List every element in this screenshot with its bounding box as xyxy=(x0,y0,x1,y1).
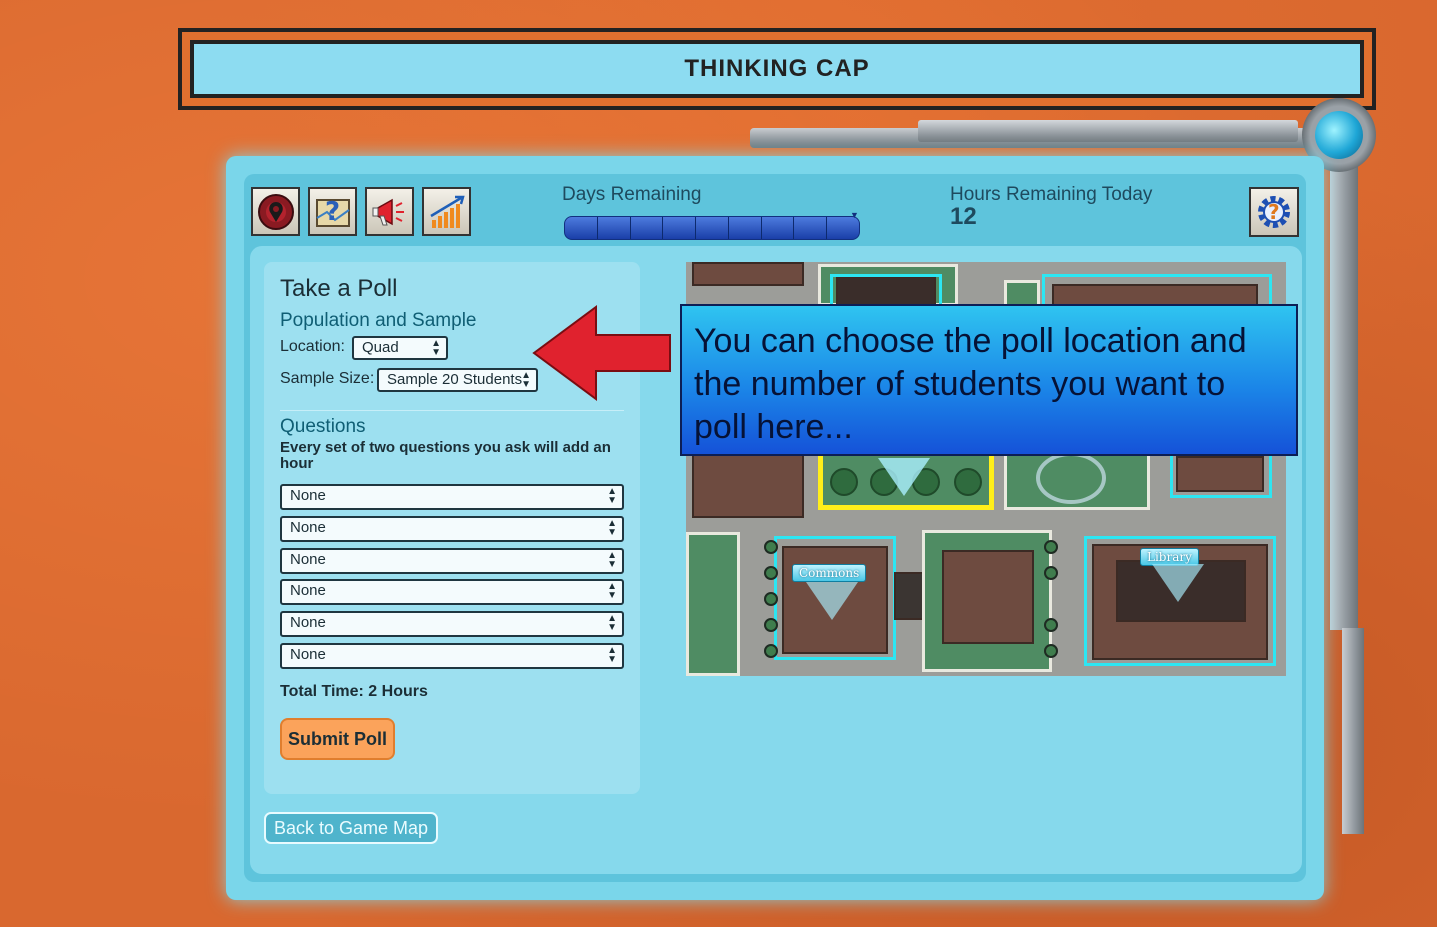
svg-text:?: ? xyxy=(325,197,340,227)
map-post xyxy=(1044,618,1058,632)
sample-size-label: Sample Size: xyxy=(280,370,375,387)
map-beam xyxy=(1152,564,1204,602)
map-beam xyxy=(878,458,930,496)
map-tree xyxy=(830,468,858,496)
question-select-6[interactable]: None ▲ ▼ xyxy=(280,643,624,669)
select-arrows-icon: ▲ ▼ xyxy=(521,370,531,390)
map-pin-button[interactable] xyxy=(251,187,300,236)
map-post xyxy=(764,618,778,632)
question-select-value: None xyxy=(290,582,326,599)
sample-size-select[interactable]: Sample 20 Students ▲ ▼ xyxy=(377,368,538,392)
map-pin-icon xyxy=(257,193,294,230)
map-post xyxy=(764,592,778,606)
days-marker-icon: ▼ xyxy=(850,210,859,220)
question-select-value: None xyxy=(290,487,326,504)
location-select-value: Quad xyxy=(362,339,399,356)
select-arrows-icon: ▲ ▼ xyxy=(607,550,617,570)
map-post xyxy=(764,644,778,658)
title-banner: THINKING CAP xyxy=(178,28,1376,110)
question-select-value: None xyxy=(290,519,326,536)
tutorial-callout: You can choose the poll location and the… xyxy=(680,304,1298,456)
questions-note: Every set of two questions you ask will … xyxy=(280,439,611,472)
pipe-decoration xyxy=(918,120,1298,142)
megaphone-icon xyxy=(372,198,404,225)
toolbar: ? xyxy=(251,187,471,236)
select-arrows-icon: ▲ ▼ xyxy=(607,581,617,601)
questions-heading: Questions xyxy=(280,416,366,437)
location-label: Location: xyxy=(280,338,345,355)
population-heading: Population and Sample xyxy=(280,310,477,331)
map-post xyxy=(764,540,778,554)
question-select-value: None xyxy=(290,551,326,568)
callout-arrow-icon xyxy=(532,305,671,401)
divider xyxy=(280,410,624,411)
map-post xyxy=(1044,566,1058,580)
days-remaining-bar xyxy=(564,216,860,240)
help-map-icon: ? xyxy=(315,197,350,227)
select-arrows-icon: ▲ ▼ xyxy=(607,518,617,538)
question-select-1[interactable]: None ▲ ▼ xyxy=(280,484,624,510)
total-time: Total Time: 2 Hours xyxy=(280,683,428,700)
megaphone-button[interactable] xyxy=(365,187,414,236)
settings-button[interactable]: ? xyxy=(1249,187,1299,237)
select-arrows-icon: ▲ ▼ xyxy=(431,338,441,358)
hours-remaining-label: Hours Remaining Today xyxy=(950,184,1153,205)
hours-remaining-value: 12 xyxy=(950,203,977,230)
map-building xyxy=(692,262,804,286)
select-arrows-icon: ▲ ▼ xyxy=(607,486,617,506)
question-select-4[interactable]: None ▲ ▼ xyxy=(280,579,624,605)
poll-title: Take a Poll xyxy=(280,275,398,302)
help-map-button[interactable]: ? xyxy=(308,187,357,236)
back-to-game-map-button[interactable]: Back to Game Map xyxy=(264,812,438,844)
map-post xyxy=(764,566,778,580)
fountain-icon xyxy=(1036,452,1106,504)
question-select-value: None xyxy=(290,614,326,631)
days-remaining-label: Days Remaining xyxy=(562,184,702,205)
map-tree xyxy=(954,468,982,496)
pipe-decoration xyxy=(1342,628,1364,834)
settings-gear-help-icon: ? xyxy=(1258,196,1290,228)
pipe-decoration xyxy=(1330,160,1358,630)
map-building xyxy=(942,550,1034,644)
question-select-3[interactable]: None ▲ ▼ xyxy=(280,548,624,574)
submit-poll-button[interactable]: Submit Poll xyxy=(280,718,395,760)
svg-text:?: ? xyxy=(1268,200,1280,224)
app-title: THINKING CAP xyxy=(190,40,1364,98)
question-select-5[interactable]: None ▲ ▼ xyxy=(280,611,624,637)
map-post xyxy=(1044,540,1058,554)
growth-chart-icon xyxy=(429,195,465,228)
location-select[interactable]: Quad ▲ ▼ xyxy=(352,336,448,360)
select-arrows-icon: ▲ ▼ xyxy=(607,613,617,633)
commons-label: Commons xyxy=(792,564,867,582)
map-beam xyxy=(806,582,858,620)
growth-chart-button[interactable] xyxy=(422,187,471,236)
map-lawn xyxy=(686,532,740,676)
sample-size-select-value: Sample 20 Students xyxy=(387,371,523,388)
question-select-2[interactable]: None ▲ ▼ xyxy=(280,516,624,542)
map-post xyxy=(1044,644,1058,658)
question-select-value: None xyxy=(290,646,326,663)
map-building xyxy=(692,452,804,518)
select-arrows-icon: ▲ ▼ xyxy=(607,645,617,665)
map-building xyxy=(1176,456,1264,492)
